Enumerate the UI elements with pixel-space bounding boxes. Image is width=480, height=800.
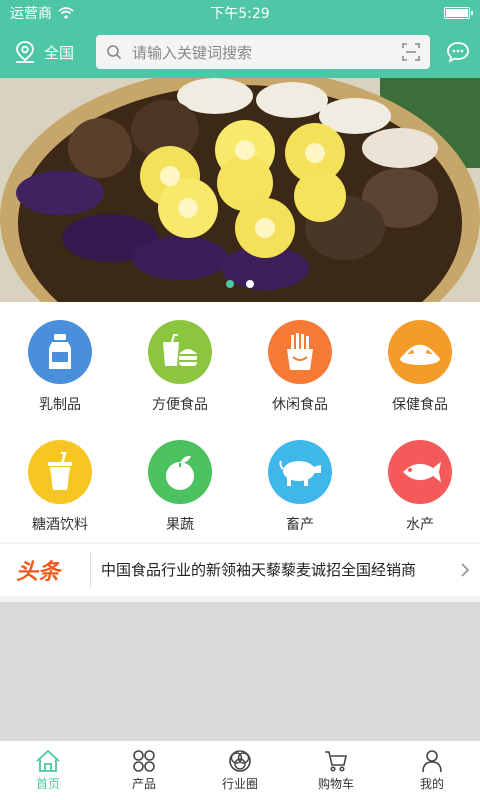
category-aquatic[interactable]: 水产: [360, 422, 480, 542]
carrier: 运营商: [10, 3, 74, 23]
fries-icon: [268, 320, 332, 384]
headline-tag: 头条: [16, 560, 61, 585]
divider: [90, 552, 91, 588]
drink-icon: [28, 440, 92, 504]
cart-icon: [325, 751, 347, 772]
tab-products[interactable]: 产品: [96, 741, 192, 800]
carousel-indicator: [226, 280, 254, 288]
banner-carousel[interactable]: [0, 78, 480, 302]
category-fruit-veg[interactable]: 果蔬: [120, 422, 240, 542]
battery-icon: [444, 7, 473, 19]
category-beverages[interactable]: 糖酒饮料: [0, 422, 120, 542]
content-placeholder: [0, 602, 480, 740]
home-icon: [36, 749, 60, 772]
search-placeholder: 请输入关键词搜索: [132, 43, 253, 62]
grid-icon: [133, 750, 155, 772]
wifi-icon: [58, 7, 74, 19]
location-label: 全国: [44, 43, 75, 62]
category-label: 保健食品: [392, 397, 448, 413]
tab-label: 购物车: [317, 777, 354, 791]
category-instant-food[interactable]: 方便食品: [120, 302, 240, 422]
category-label: 方便食品: [152, 397, 208, 413]
tab-label: 产品: [131, 777, 156, 791]
tab-mine[interactable]: 我的: [384, 741, 480, 800]
headline-text[interactable]: 中国食品行业的新领袖天藜藜麦诚招全国经销商: [101, 560, 454, 580]
category-label: 休闲食品: [272, 397, 328, 413]
category-health-food[interactable]: 保健食品: [360, 302, 480, 422]
fish-icon: [388, 440, 452, 504]
tab-home[interactable]: 首页: [0, 741, 96, 800]
location-pin-icon: [16, 41, 34, 63]
category-label: 果蔬: [166, 517, 194, 533]
circles-icon: [229, 750, 251, 772]
tab-cart[interactable]: 购物车: [288, 741, 384, 800]
header: 全国 请输入关键词搜索: [0, 26, 480, 78]
carrier-name: 运营商: [10, 6, 52, 22]
category-label: 水产: [406, 517, 434, 533]
chat-bubble-icon: [447, 42, 469, 63]
banner-food-image: [0, 78, 480, 302]
carousel-dot[interactable]: [246, 280, 254, 288]
fruit-icon: [148, 440, 212, 504]
tab-industry-circle[interactable]: 行业圈: [192, 741, 288, 800]
category-snack-food[interactable]: 休闲食品: [240, 302, 360, 422]
category-dairy[interactable]: 乳制品: [0, 302, 120, 422]
category-livestock[interactable]: 畜产: [240, 422, 360, 542]
carousel-dot[interactable]: [226, 280, 234, 288]
category-label: 糖酒饮料: [32, 517, 88, 533]
headline-news[interactable]: 头条 中国食品行业的新领袖天藜藜麦诚招全国经销商: [0, 544, 480, 596]
status-bar: 运营商 下午5:29: [0, 0, 480, 26]
tab-label: 首页: [35, 777, 60, 791]
milk-bottle-icon: [28, 320, 92, 384]
status-time: 下午5:29: [210, 6, 270, 22]
health-food-icon: [388, 320, 452, 384]
tab-label: 行业圈: [221, 777, 258, 791]
search-icon: [107, 45, 122, 60]
category-grid: 乳制品 方便食品 休闲食品 保健食品 糖酒饮料 果蔬 畜产 水产: [0, 302, 480, 542]
category-label: 畜产: [286, 517, 314, 533]
fast-food-icon: [148, 320, 212, 384]
user-icon: [422, 750, 442, 773]
message-button[interactable]: [430, 41, 470, 63]
bottom-tab-bar: 首页 产品 行业圈 购物车 我的: [0, 740, 480, 800]
top-area: 运营商 下午5:29 全国 请输入关键词搜索: [0, 0, 480, 78]
location-selector[interactable]: 全国: [14, 40, 96, 64]
livestock-icon: [268, 440, 332, 504]
category-label: 乳制品: [39, 397, 81, 413]
tab-label: 我的: [419, 777, 444, 791]
chevron-right-icon[interactable]: [454, 562, 470, 578]
search-input[interactable]: 请输入关键词搜索: [96, 35, 430, 69]
scan-icon[interactable]: [402, 43, 420, 61]
